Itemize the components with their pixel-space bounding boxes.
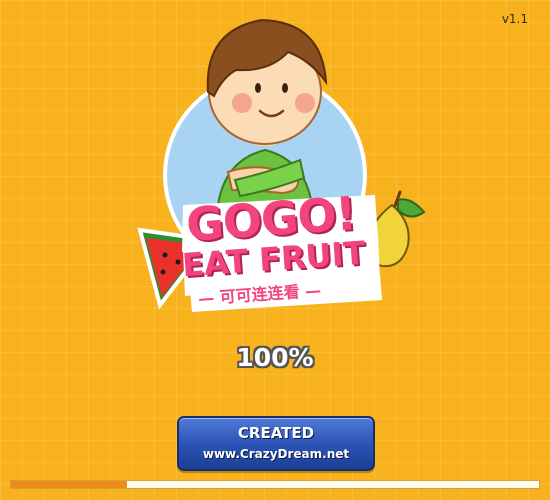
- loading-progress-bar: [10, 480, 540, 489]
- loading-progress-fill: [11, 481, 128, 488]
- loading-percent: 100%: [236, 343, 314, 372]
- credits-link-button[interactable]: CREATED www.CrazyDream.net: [177, 416, 375, 471]
- credits-url-label: www.CrazyDream.net: [202, 447, 350, 461]
- credits-created-label: CREATED: [237, 424, 315, 442]
- game-logo: GOGO! EAT FRUIT — 可可连连看 —: [180, 186, 390, 310]
